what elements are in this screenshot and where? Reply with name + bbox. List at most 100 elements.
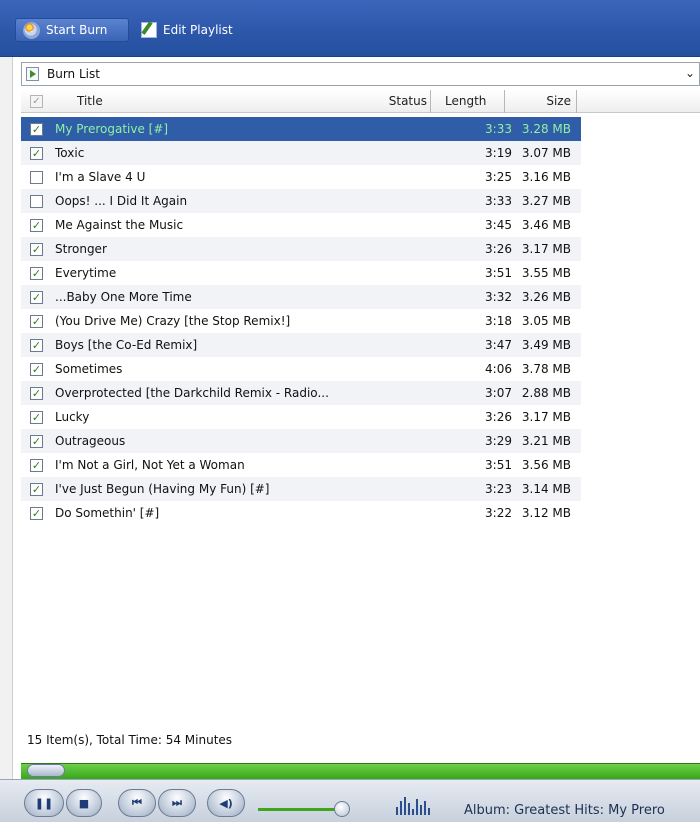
track-checkbox[interactable]: ✓ — [30, 218, 43, 232]
burn-disc-icon — [23, 21, 40, 39]
stop-button[interactable]: ■ — [66, 789, 102, 817]
track-length: 3:18 — [485, 314, 512, 328]
track-size: 3.55 MB — [521, 266, 571, 280]
track-length: 3:45 — [485, 218, 512, 232]
track-size: 3.05 MB — [521, 314, 571, 328]
track-row[interactable]: Oops! ... I Did It Again 3:33 3.27 MB — [21, 189, 581, 213]
track-checkbox[interactable]: ✓ — [30, 362, 43, 376]
track-size: 3.46 MB — [521, 218, 571, 232]
track-checkbox[interactable]: ✓ — [30, 506, 43, 520]
track-row[interactable]: ✓ Boys [the Co-Ed Remix] 3:47 3.49 MB — [21, 333, 581, 357]
track-length: 3:33 — [485, 122, 512, 136]
track-length: 3:23 — [485, 482, 512, 496]
track-title: Do Somethin' [#] — [55, 506, 160, 520]
pause-button[interactable]: ❚❚ — [24, 789, 64, 817]
track-row[interactable]: ✓ Stronger 3:26 3.17 MB — [21, 237, 581, 261]
list-selector-label: Burn List — [47, 67, 100, 81]
track-checkbox[interactable]: ✓ — [30, 146, 43, 160]
start-burn-button[interactable]: Start Burn — [15, 18, 129, 42]
column-status[interactable]: Status — [371, 90, 431, 113]
track-checkbox[interactable]: ✓ — [30, 458, 43, 472]
track-checkbox[interactable]: ✓ — [30, 266, 43, 280]
track-length: 4:06 — [485, 362, 512, 376]
mute-button[interactable]: ◀) — [207, 789, 245, 817]
track-length: 3:47 — [485, 338, 512, 352]
track-row[interactable]: ✓ Everytime 3:51 3.55 MB — [21, 261, 581, 285]
track-checkbox[interactable]: ✓ — [30, 338, 43, 352]
track-checkbox[interactable]: ✓ — [30, 482, 43, 496]
track-size: 2.88 MB — [521, 386, 571, 400]
track-length: 3:51 — [485, 266, 512, 280]
track-row[interactable]: ✓ (You Drive Me) Crazy [the Stop Remix!] 3… — [21, 309, 581, 333]
track-size: 3.14 MB — [521, 482, 571, 496]
track-row[interactable]: ✓ Do Somethin' [#] 3:22 3.12 MB — [21, 501, 581, 525]
volume-slider[interactable] — [258, 808, 338, 811]
track-row[interactable]: ✓ Me Against the Music 3:45 3.46 MB — [21, 213, 581, 237]
select-all-checkbox[interactable]: ✓ — [30, 94, 43, 108]
edit-playlist-icon — [141, 22, 157, 38]
track-size: 3.56 MB — [521, 458, 571, 472]
seek-bar[interactable] — [21, 763, 700, 779]
track-title: I've Just Begun (Having My Fun) [#] — [55, 482, 270, 496]
playlist-icon — [26, 67, 39, 81]
track-row[interactable]: ✓ Overprotected [the Darkchild Remix - Ra… — [21, 381, 581, 405]
track-row[interactable]: I'm a Slave 4 U 3:25 3.16 MB — [21, 165, 581, 189]
track-length: 3:19 — [485, 146, 512, 160]
equalizer-icon — [396, 795, 434, 815]
now-playing-text: Album: Greatest Hits: My Prero — [464, 803, 665, 818]
seek-thumb[interactable] — [27, 764, 65, 777]
track-title: Overprotected [the Darkchild Remix - Rad… — [55, 386, 329, 400]
track-checkbox[interactable]: ✓ — [30, 122, 43, 136]
column-length[interactable]: Length — [435, 90, 505, 113]
column-header: ✓ Title Status Length Size — [21, 90, 700, 113]
track-row[interactable]: ✓ ...Baby One More Time 3:32 3.26 MB — [21, 285, 581, 309]
track-checkbox[interactable] — [30, 194, 43, 208]
track-title: (You Drive Me) Crazy [the Stop Remix!] — [55, 314, 291, 328]
track-row[interactable]: ✓ My Prerogative [#] 3:33 3.28 MB — [21, 117, 581, 141]
track-length: 3:22 — [485, 506, 512, 520]
track-title: Everytime — [55, 266, 117, 280]
edit-playlist-button[interactable]: Edit Playlist — [134, 18, 254, 42]
next-button[interactable]: ⏭ — [158, 789, 196, 817]
track-checkbox[interactable]: ✓ — [30, 410, 43, 424]
track-checkbox[interactable]: ✓ — [30, 314, 43, 328]
track-length: 3:07 — [485, 386, 512, 400]
left-pane-edge — [0, 57, 13, 797]
list-summary: 15 Item(s), Total Time: 54 Minutes — [27, 733, 233, 747]
edit-playlist-label: Edit Playlist — [163, 23, 233, 37]
track-row[interactable]: ✓ Outrageous 3:29 3.21 MB — [21, 429, 581, 453]
track-length: 3:32 — [485, 290, 512, 304]
track-size: 3.17 MB — [521, 410, 571, 424]
track-size: 3.21 MB — [521, 434, 571, 448]
track-checkbox[interactable]: ✓ — [30, 434, 43, 448]
track-checkbox[interactable]: ✓ — [30, 242, 43, 256]
volume-knob[interactable] — [334, 801, 350, 817]
burn-toolbar: Start Burn Edit Playlist — [0, 0, 700, 57]
track-size: 3.27 MB — [521, 194, 571, 208]
track-title: Lucky — [55, 410, 90, 424]
track-length: 3:25 — [485, 170, 512, 184]
track-size: 3.17 MB — [521, 242, 571, 256]
previous-button[interactable]: ⏮ — [118, 789, 156, 817]
track-size: 3.49 MB — [521, 338, 571, 352]
track-title: Outrageous — [55, 434, 126, 448]
track-title: I'm a Slave 4 U — [55, 170, 146, 184]
chevron-down-icon[interactable]: ⌄ — [685, 66, 697, 82]
track-checkbox[interactable] — [30, 170, 43, 184]
track-length: 3:26 — [485, 242, 512, 256]
track-title: Boys [the Co-Ed Remix] — [55, 338, 198, 352]
track-row[interactable]: ✓ Sometimes 4:06 3.78 MB — [21, 357, 581, 381]
track-row[interactable]: ✓ I've Just Begun (Having My Fun) [#] 3:23… — [21, 477, 581, 501]
track-row[interactable]: ✓ Toxic 3:19 3.07 MB — [21, 141, 581, 165]
track-size: 3.28 MB — [521, 122, 571, 136]
list-selector[interactable]: Burn List ⌄ — [21, 62, 700, 86]
column-size[interactable]: Size — [507, 90, 577, 113]
track-title: Stronger — [55, 242, 107, 256]
track-length: 3:33 — [485, 194, 512, 208]
track-row[interactable]: ✓ Lucky 3:26 3.17 MB — [21, 405, 581, 429]
track-row[interactable]: ✓ I'm Not a Girl, Not Yet a Woman 3:51 3.56… — [21, 453, 581, 477]
track-checkbox[interactable]: ✓ — [30, 386, 43, 400]
track-size: 3.07 MB — [521, 146, 571, 160]
column-title[interactable]: Title — [77, 90, 103, 113]
track-checkbox[interactable]: ✓ — [30, 290, 43, 304]
